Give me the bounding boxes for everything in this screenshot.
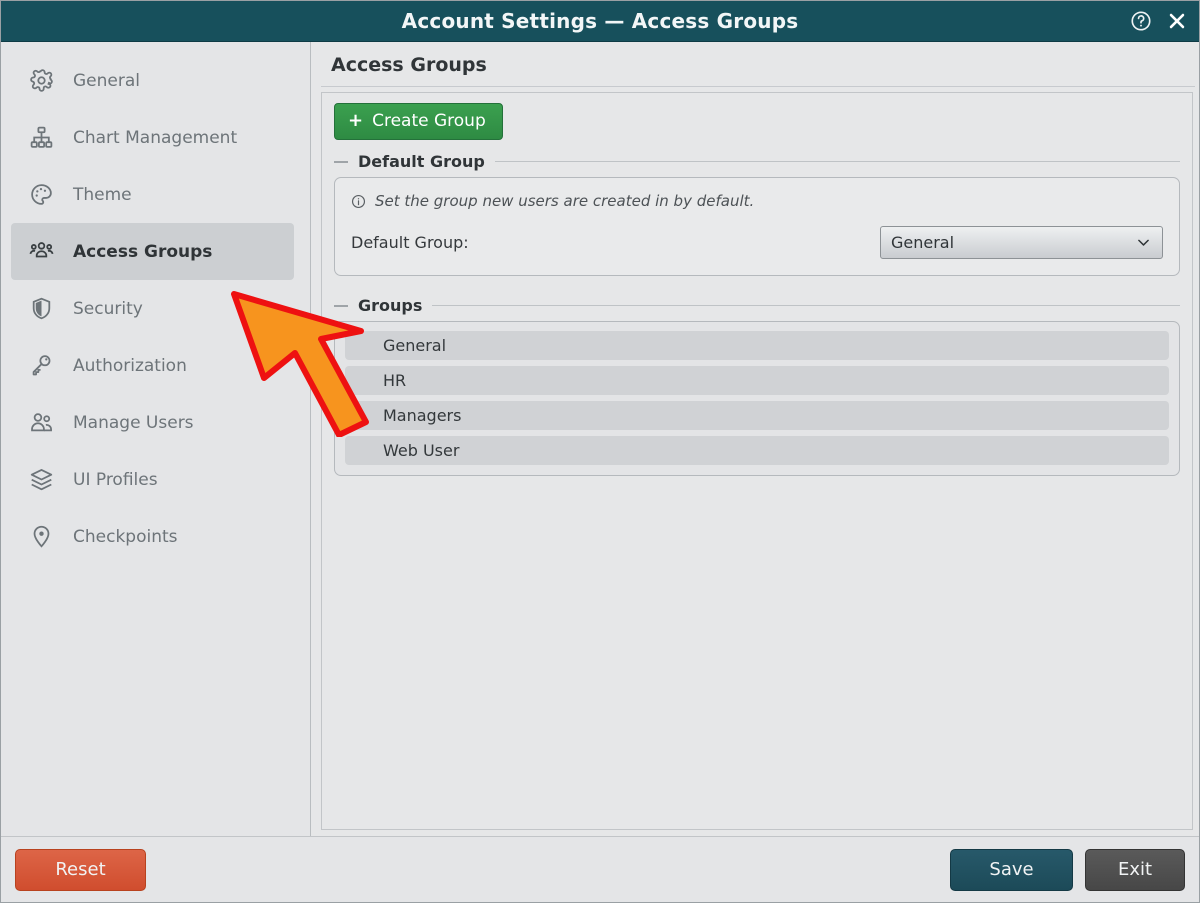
create-group-button[interactable]: + Create Group bbox=[334, 103, 503, 140]
reset-button[interactable]: Reset bbox=[15, 848, 146, 891]
sidebar-item-manage-users[interactable]: Manage Users bbox=[11, 394, 294, 451]
default-group-info: Set the group new users are created in b… bbox=[351, 192, 1163, 210]
plus-icon: + bbox=[348, 110, 364, 131]
default-group-box: Set the group new users are created in b… bbox=[334, 177, 1180, 276]
title-bar: Account Settings — Access Groups bbox=[1, 1, 1199, 42]
list-item[interactable]: HR bbox=[345, 366, 1169, 395]
content-scroll-area: + Create Group Default Group Set the gro… bbox=[321, 92, 1193, 830]
gear-icon bbox=[27, 67, 55, 95]
shield-icon bbox=[27, 295, 55, 323]
title-bar-actions bbox=[1129, 1, 1189, 41]
save-label: Save bbox=[989, 859, 1034, 880]
sidebar-item-label: General bbox=[73, 70, 140, 91]
user-group-icon bbox=[27, 238, 55, 266]
default-group-legend: Default Group bbox=[334, 152, 1180, 171]
exit-button[interactable]: Exit bbox=[1085, 848, 1185, 891]
group-name: Web User bbox=[383, 441, 460, 460]
default-group-field-row: Default Group: General bbox=[351, 226, 1163, 259]
legend-rule bbox=[494, 161, 1180, 162]
sidebar-item-label: Checkpoints bbox=[73, 526, 178, 547]
list-item[interactable]: Managers bbox=[345, 401, 1169, 430]
sidebar-item-theme[interactable]: Theme bbox=[11, 166, 294, 223]
footer-bar: Reset Save Exit bbox=[1, 836, 1199, 902]
legend-rule bbox=[432, 305, 1180, 306]
list-item[interactable]: Web User bbox=[345, 436, 1169, 465]
sidebar-item-authorization[interactable]: Authorization bbox=[11, 337, 294, 394]
reset-label: Reset bbox=[55, 859, 106, 880]
settings-sidebar: General Chart Management Theme Access Gr… bbox=[1, 42, 311, 836]
sidebar-item-checkpoints[interactable]: Checkpoints bbox=[11, 508, 294, 565]
default-group-select[interactable]: General bbox=[880, 226, 1163, 259]
window-body: General Chart Management Theme Access Gr… bbox=[1, 42, 1199, 836]
legend-dash-icon bbox=[334, 160, 348, 163]
create-group-label: Create Group bbox=[372, 111, 486, 131]
list-item[interactable]: General bbox=[345, 331, 1169, 360]
sidebar-item-label: Manage Users bbox=[73, 412, 194, 433]
help-circle-icon[interactable] bbox=[1129, 9, 1153, 33]
legend-label: Groups bbox=[358, 296, 423, 315]
exit-label: Exit bbox=[1117, 859, 1153, 880]
legend-dash-icon bbox=[334, 304, 348, 307]
key-icon bbox=[27, 352, 55, 380]
group-name: General bbox=[383, 336, 447, 355]
sidebar-item-label: Authorization bbox=[73, 355, 187, 376]
sidebar-item-label: Chart Management bbox=[73, 127, 238, 148]
sitemap-icon bbox=[27, 124, 55, 152]
users-icon bbox=[27, 409, 55, 437]
groups-list: General HR Managers Web User bbox=[334, 321, 1180, 476]
group-name: HR bbox=[383, 371, 407, 390]
sidebar-item-label: UI Profiles bbox=[73, 469, 158, 490]
save-button[interactable]: Save bbox=[950, 848, 1073, 891]
sidebar-item-label: Security bbox=[73, 298, 143, 319]
close-icon[interactable] bbox=[1165, 9, 1189, 33]
settings-content: Access Groups + Create Group Default Gro… bbox=[311, 42, 1199, 836]
chevron-down-icon bbox=[1135, 234, 1152, 251]
sidebar-item-label: Theme bbox=[73, 184, 132, 205]
content-header: Access Groups bbox=[321, 42, 1195, 87]
palette-icon bbox=[27, 181, 55, 209]
info-circle-icon bbox=[351, 194, 367, 209]
default-group-fieldset: Default Group Set the group new users ar… bbox=[334, 152, 1180, 276]
sidebar-item-access-groups[interactable]: Access Groups bbox=[11, 223, 294, 280]
window-title: Account Settings — Access Groups bbox=[401, 9, 799, 33]
default-group-info-text: Set the group new users are created in b… bbox=[375, 192, 755, 210]
sidebar-item-general[interactable]: General bbox=[11, 52, 294, 109]
groups-legend: Groups bbox=[334, 296, 1180, 315]
sidebar-item-ui-profiles[interactable]: UI Profiles bbox=[11, 451, 294, 508]
groups-fieldset: Groups General HR Managers Web User bbox=[334, 296, 1180, 476]
group-name: Managers bbox=[383, 406, 462, 425]
sidebar-item-label: Access Groups bbox=[73, 241, 213, 262]
legend-label: Default Group bbox=[358, 152, 485, 171]
map-pin-icon bbox=[27, 523, 55, 551]
layers-icon bbox=[27, 466, 55, 494]
sidebar-item-chart-management[interactable]: Chart Management bbox=[11, 109, 294, 166]
default-group-field-label: Default Group: bbox=[351, 233, 469, 252]
page-title: Access Groups bbox=[331, 54, 487, 76]
default-group-select-wrap: General bbox=[880, 226, 1163, 259]
sidebar-item-security[interactable]: Security bbox=[11, 280, 294, 337]
default-group-select-value: General bbox=[891, 233, 955, 252]
account-settings-window: Account Settings — Access Groups General… bbox=[0, 0, 1200, 903]
